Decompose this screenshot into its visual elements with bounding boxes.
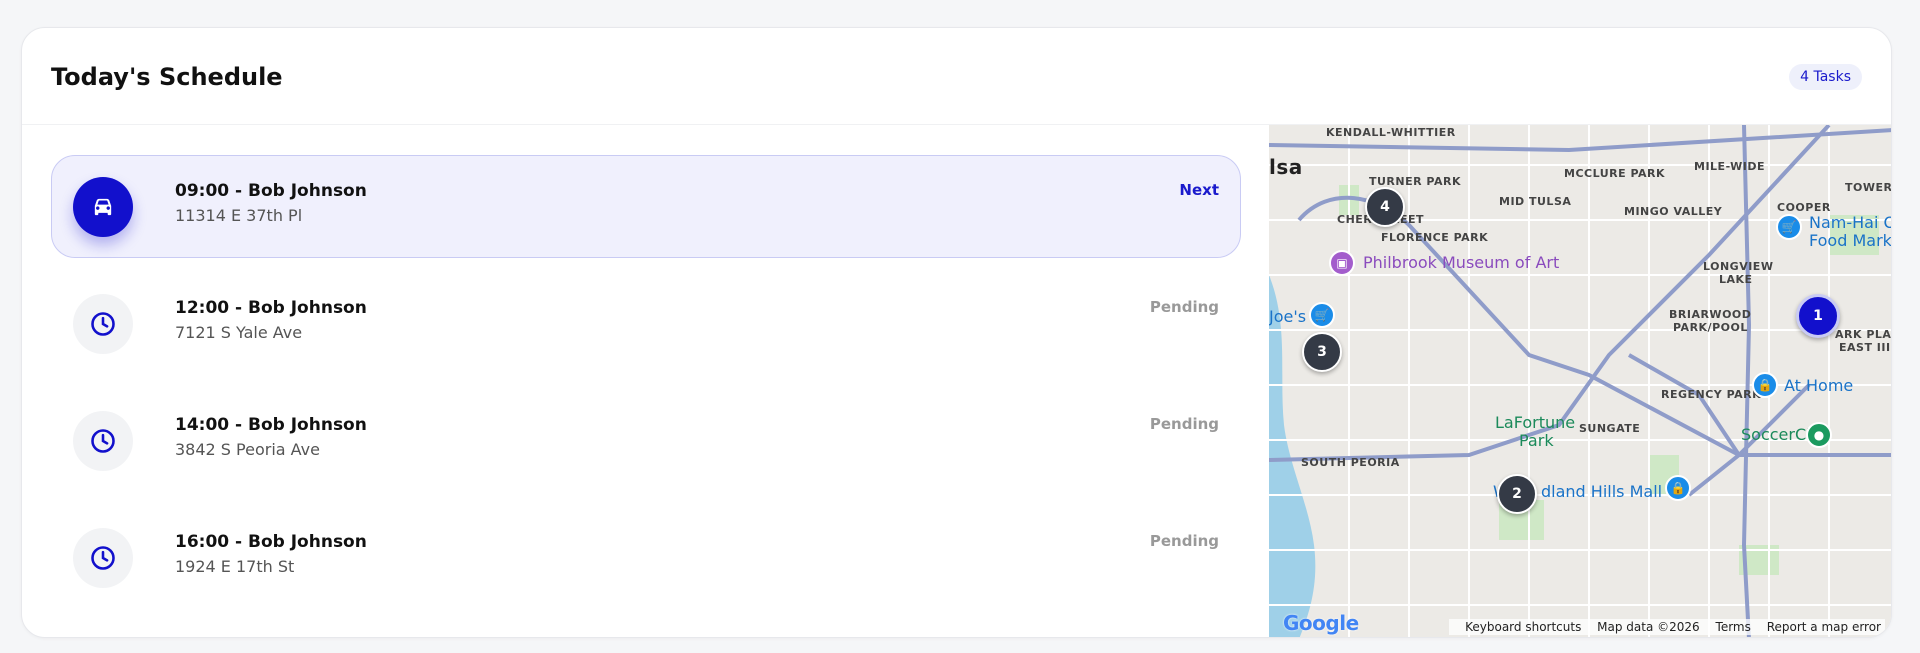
map-footer: Google Keyboard shortcuts Map data ©2026… xyxy=(1269,611,1891,637)
map-label: SUNGATE xyxy=(1579,422,1641,435)
poi-label: Food Mark xyxy=(1809,231,1892,250)
car-icon xyxy=(94,198,112,216)
task-title: 14:00 - Bob Johnson xyxy=(175,415,367,435)
map-label: EAST III & xyxy=(1839,341,1891,354)
task-status: Pending xyxy=(1149,415,1219,433)
task-title: 12:00 - Bob Johnson xyxy=(175,298,367,318)
route-marker-2[interactable]: 2 xyxy=(1497,474,1537,514)
shopping-bag-icon[interactable]: 🔒 xyxy=(1752,372,1778,398)
schedule-card: Today's Schedule 4 Tasks 09:00 - Bob Joh… xyxy=(21,27,1892,638)
route-marker-1[interactable]: 1 xyxy=(1796,294,1840,338)
map-label: MINGO VALLEY xyxy=(1624,205,1723,218)
task-icon-wrap xyxy=(73,528,133,588)
map-label: LONGVIEW xyxy=(1703,260,1774,273)
map-label: BRIARWOOD xyxy=(1669,308,1752,321)
route-map[interactable]: KENDALL-WHITTIER lsa TURNER PARK MCCLURE… xyxy=(1269,125,1892,637)
map-label: PARK/POOL xyxy=(1673,321,1748,334)
poi-label: Park xyxy=(1519,431,1554,450)
task-item[interactable]: 12:00 - Bob Johnson 7121 S Yale Ave Pend… xyxy=(51,272,1241,375)
task-status: Pending xyxy=(1149,532,1219,550)
route-marker-3[interactable]: 3 xyxy=(1302,332,1342,372)
report-error-link[interactable]: Report a map error xyxy=(1767,620,1881,634)
task-count-badge: 4 Tasks xyxy=(1789,64,1862,90)
poi-label: Joe's xyxy=(1269,307,1307,326)
google-logo: Google xyxy=(1283,611,1359,635)
task-address: 3842 S Peoria Ave xyxy=(175,440,320,459)
task-status: Next xyxy=(1179,181,1219,199)
task-address: 7121 S Yale Ave xyxy=(175,323,303,342)
map-label: LAKE xyxy=(1719,273,1753,286)
page-title: Today's Schedule xyxy=(51,63,283,91)
clock-icon xyxy=(91,546,115,570)
task-title: 09:00 - Bob Johnson xyxy=(175,181,367,201)
map-label: MID TULSA xyxy=(1499,195,1572,208)
poi-label: LaFortune xyxy=(1495,413,1576,432)
task-status: Pending xyxy=(1149,298,1219,316)
task-address: 11314 E 37th Pl xyxy=(175,206,303,225)
poi-label: Nam-Hai O xyxy=(1809,213,1892,232)
shopping-cart-icon[interactable]: 🛒 xyxy=(1309,302,1335,328)
task-item[interactable]: 09:00 - Bob Johnson 11314 E 37th Pl Next xyxy=(51,155,1241,258)
terms-link[interactable]: Terms xyxy=(1716,620,1751,634)
poi-label: dland Hills Mall xyxy=(1541,482,1663,501)
task-icon-wrap xyxy=(73,177,133,237)
clock-icon xyxy=(91,312,115,336)
task-list: 09:00 - Bob Johnson 11314 E 37th Pl Next… xyxy=(51,155,1241,623)
task-icon-wrap xyxy=(73,411,133,471)
card-header: Today's Schedule 4 Tasks xyxy=(22,28,1891,125)
map-label: lsa xyxy=(1269,155,1303,179)
map-data-text: Map data ©2026 xyxy=(1597,620,1700,634)
route-marker-4[interactable]: 4 xyxy=(1365,187,1405,227)
clock-icon xyxy=(91,429,115,453)
task-title: 16:00 - Bob Johnson xyxy=(175,532,367,552)
map-label: TOWER H xyxy=(1845,181,1892,194)
shopping-cart-icon[interactable]: 🛒 xyxy=(1776,214,1802,240)
keyboard-shortcuts-link[interactable]: Keyboard shortcuts xyxy=(1465,620,1581,634)
map-label: ARK PLAZ xyxy=(1835,328,1892,341)
task-icon-wrap xyxy=(73,294,133,354)
shopping-bag-icon[interactable]: 🔒 xyxy=(1665,475,1691,501)
poi-label: At Home xyxy=(1784,376,1854,395)
task-address: 1924 E 17th St xyxy=(175,557,295,576)
task-item[interactable]: 14:00 - Bob Johnson 3842 S Peoria Ave Pe… xyxy=(51,389,1241,492)
map-label: MCCLURE PARK xyxy=(1564,167,1666,180)
sports-pin-icon[interactable]: ● xyxy=(1806,422,1832,448)
task-item[interactable]: 16:00 - Bob Johnson 1924 E 17th St Pendi… xyxy=(51,506,1241,609)
map-label: MILE-WIDE xyxy=(1694,160,1766,173)
museum-pin-icon[interactable]: ▣ xyxy=(1329,250,1355,276)
map-attribution: Keyboard shortcuts Map data ©2026 Terms … xyxy=(1449,619,1885,635)
map-label: SOUTH PEORIA xyxy=(1301,456,1400,469)
poi-label: Philbrook Museum of Art xyxy=(1363,253,1560,272)
map-label: FLORENCE PARK xyxy=(1381,231,1489,244)
map-label: KENDALL-WHITTIER xyxy=(1326,126,1456,139)
map-label: REGENCY PARK xyxy=(1661,388,1762,401)
